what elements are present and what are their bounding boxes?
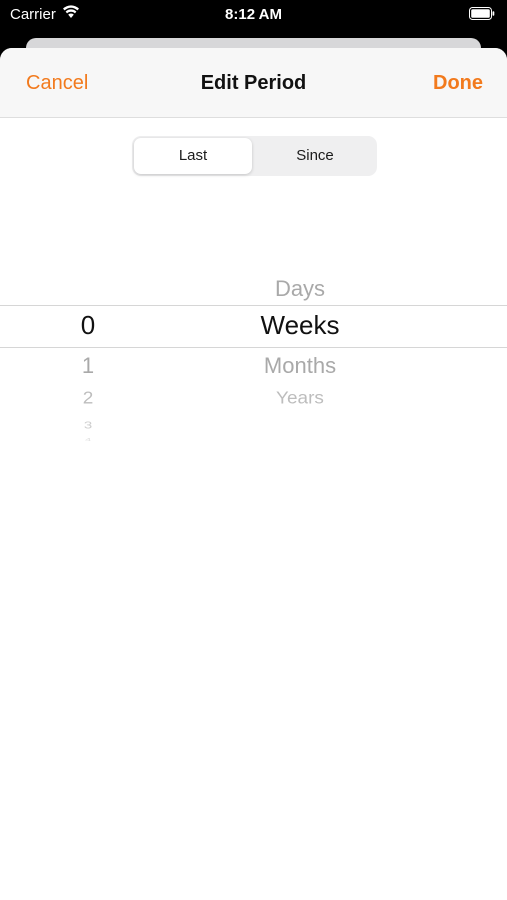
number-option[interactable]: 4 (40, 438, 136, 443)
number-option-selected[interactable]: 0 (40, 310, 136, 341)
segment-since[interactable]: Since (256, 138, 374, 174)
status-time: 8:12 AM (225, 6, 282, 23)
number-option[interactable]: 1 (40, 353, 136, 379)
picker-selection-bottom-line (0, 347, 507, 348)
unit-option-selected[interactable]: Weeks (200, 310, 400, 341)
segment-last[interactable]: Last (134, 138, 252, 174)
period-picker[interactable]: 0 1 2 3 4 Days Weeks Months Years (0, 248, 507, 508)
number-option[interactable]: 3 (40, 420, 136, 432)
unit-option[interactable]: Days (200, 276, 400, 302)
done-button[interactable]: Done (433, 72, 483, 95)
number-option[interactable]: 2 (40, 389, 136, 409)
status-bar: Carrier 8:12 AM (0, 0, 507, 30)
picker-selection-top-line (0, 305, 507, 306)
battery-icon (469, 7, 495, 20)
cancel-button[interactable]: Cancel (26, 72, 88, 95)
unit-option[interactable]: Months (200, 353, 400, 379)
period-mode-segmented-control: Last Since (132, 136, 377, 176)
edit-period-sheet: Cancel Edit Period Done Last Since 0 1 2… (0, 48, 507, 900)
unit-option[interactable]: Years (200, 389, 400, 409)
navigation-bar: Cancel Edit Period Done (0, 48, 507, 118)
